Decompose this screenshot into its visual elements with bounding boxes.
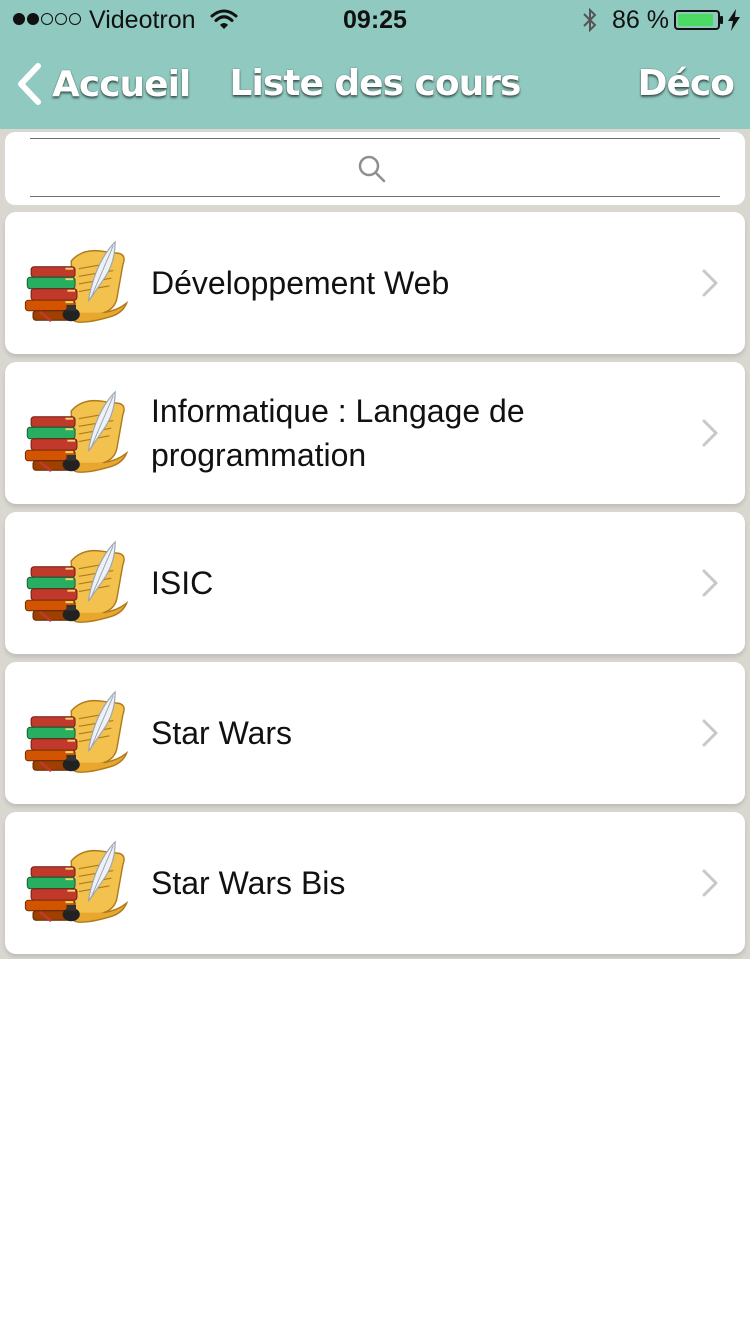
chevron-right-icon [702, 869, 718, 897]
chevron-right-icon [702, 569, 718, 597]
search-divider [30, 138, 720, 139]
empty-area [0, 959, 750, 1334]
bluetooth-icon [583, 7, 597, 33]
status-bar: Videotron 09:25 86 % [0, 0, 750, 40]
course-title: ISIC [151, 565, 214, 601]
books-scroll-quill-icon [23, 690, 129, 774]
logout-button[interactable]: Déco [638, 60, 735, 108]
course-title: Développement Web [151, 265, 450, 301]
course-item[interactable]: Développement Web [5, 212, 745, 354]
books-scroll-quill-icon [23, 240, 129, 324]
chevron-right-icon [702, 419, 718, 447]
search-input[interactable] [30, 140, 720, 195]
search-divider [30, 196, 720, 197]
books-scroll-quill-icon [23, 840, 129, 924]
header: Videotron 09:25 86 % Accueil Liste des c… [0, 0, 750, 129]
course-title: Informatique : Langage de programmation [151, 393, 525, 473]
course-title: Star Wars [151, 715, 293, 751]
books-scroll-quill-icon [23, 390, 129, 474]
battery-percentage: 86 % [612, 6, 669, 34]
chevron-right-icon [702, 269, 718, 297]
search-bar [5, 132, 745, 205]
navigation-bar: Accueil Liste des cours Déco [0, 40, 750, 129]
chevron-right-icon [702, 719, 718, 747]
battery-icon [674, 10, 723, 30]
course-item[interactable]: Star Wars [5, 662, 745, 804]
books-scroll-quill-icon [23, 540, 129, 624]
course-item[interactable]: ISIC [5, 512, 745, 654]
course-item[interactable]: Informatique : Langage de programmation [5, 362, 745, 504]
charging-bolt-icon [728, 9, 740, 31]
course-list-screen: Videotron 09:25 86 % Accueil Liste des c… [0, 0, 750, 1334]
course-list: Développement Web Informatique : Langage… [0, 129, 750, 959]
course-item[interactable]: Star Wars Bis [5, 812, 745, 954]
course-title: Star Wars Bis [151, 865, 346, 901]
